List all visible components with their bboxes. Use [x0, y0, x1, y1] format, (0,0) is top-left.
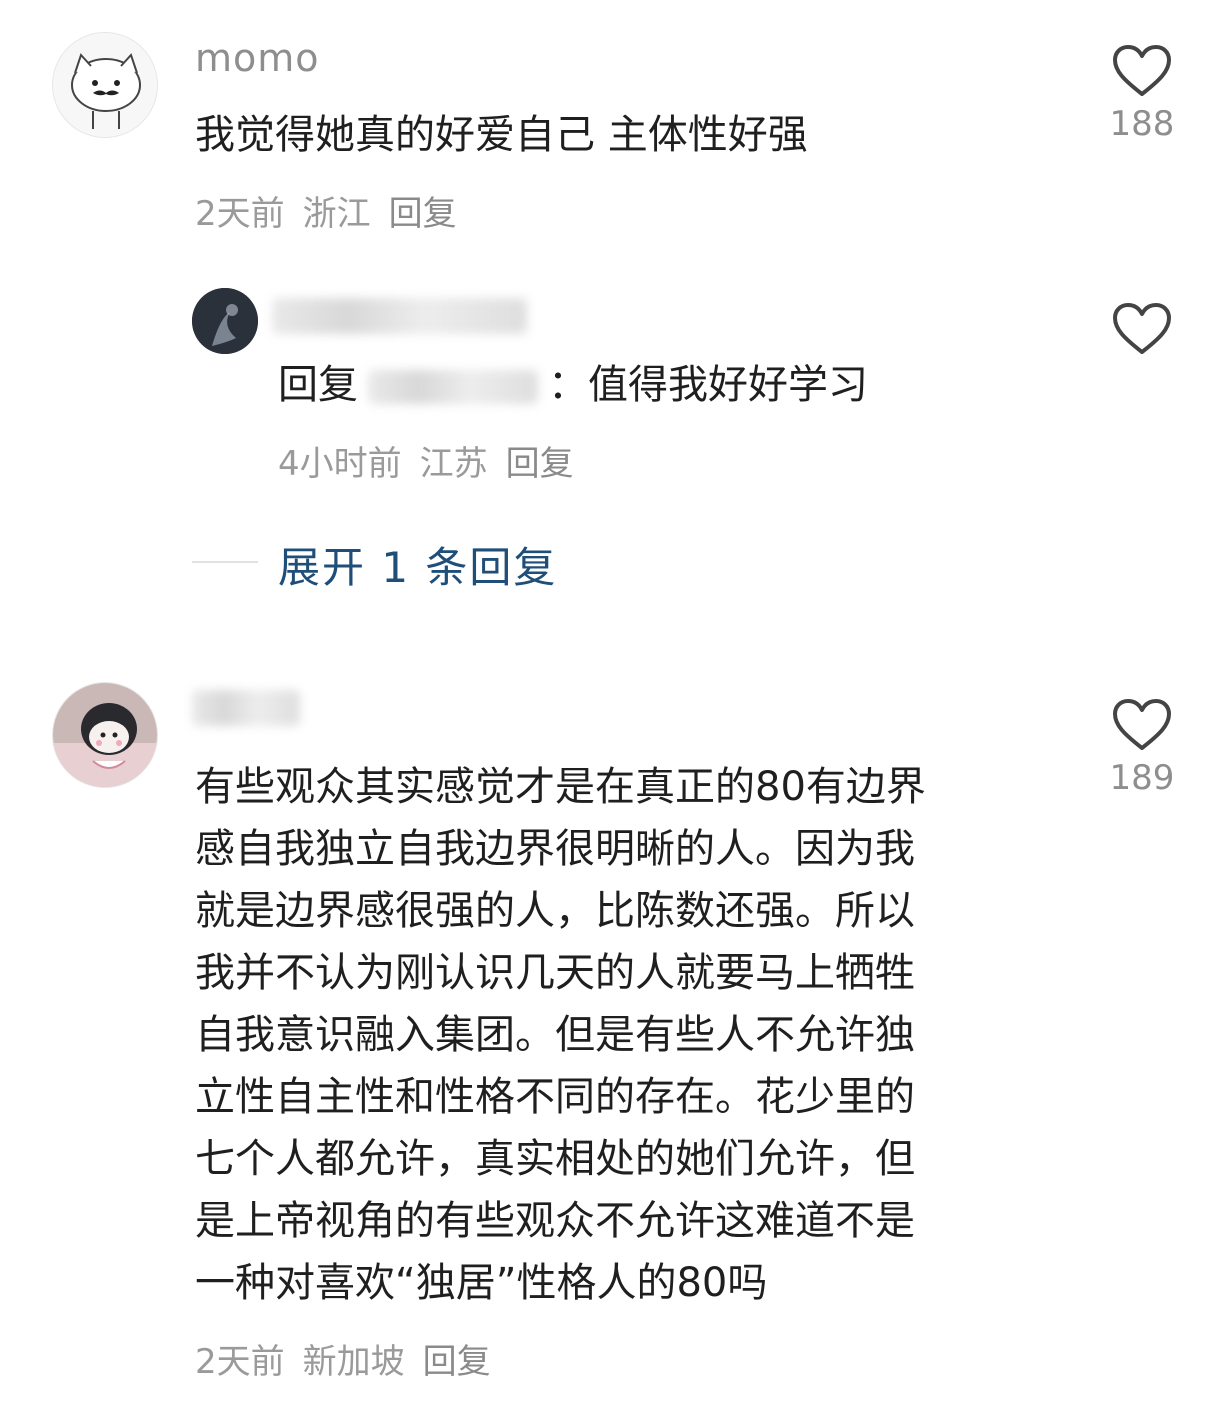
comment-line: 我并不认为刚认识几天的人就要马上牺牲 — [195, 950, 915, 996]
reply-content: 回复 ：值得我好好学习 — [278, 354, 868, 416]
comment-line: 是上帝视角的有些观众不允许这难道不是 — [195, 1198, 915, 1244]
reply-button[interactable]: 回复 — [423, 1342, 491, 1382]
reply-text: ：值得我好好学习 — [548, 362, 868, 408]
reply-location: 江苏 — [419, 444, 488, 484]
heart-outline-icon — [1113, 303, 1171, 354]
like-button[interactable]: 189 — [1097, 698, 1187, 798]
like-count: 189 — [1109, 758, 1175, 798]
redacted-username[interactable] — [192, 690, 300, 726]
comment-line: 一种对喜欢“独居”性格人的80吗 — [195, 1260, 768, 1306]
comment-meta: 2天前 浙江 回复 — [195, 186, 475, 235]
reply-prefix: 回复 — [278, 362, 358, 408]
expand-replies-button[interactable]: 展开 1 条回复 — [278, 534, 557, 595]
like-button[interactable]: 188 — [1097, 44, 1187, 144]
comment-line: 有些观众其实感觉才是在真正的80有边界 — [195, 764, 926, 810]
reply-button[interactable]: 回复 — [389, 194, 457, 234]
comment-content: 有些观众其实感觉才是在真正的80有边界 感自我独立自我边界很明晰的人。因为我 就是边… — [195, 756, 1075, 1314]
comment-content: 我觉得她真的好爱自己 主体性好强 — [195, 112, 808, 158]
comment-time: 2天前 — [195, 1342, 285, 1382]
comment-username[interactable]: momo — [195, 36, 320, 80]
comment-meta: 2天前 新加坡 回复 — [195, 1334, 509, 1383]
heart-outline-icon — [1113, 699, 1171, 750]
avatar[interactable] — [52, 682, 158, 788]
redacted-mention[interactable] — [368, 370, 538, 404]
comment-time: 2天前 — [195, 194, 285, 234]
plush-avatar-icon — [53, 683, 157, 787]
reply-time: 4小时前 — [278, 444, 402, 484]
comment-line: 就是边界感很强的人，比陈数还强。所以 — [195, 888, 915, 934]
reply-avatar[interactable] — [192, 288, 258, 354]
redacted-username — [272, 298, 527, 334]
avatar[interactable] — [52, 32, 158, 138]
smoke-avatar-icon — [192, 288, 258, 354]
like-button[interactable] — [1097, 302, 1187, 356]
expand-divider — [192, 561, 258, 563]
heart-outline-icon — [1113, 45, 1171, 96]
comment-location: 浙江 — [302, 194, 371, 234]
reply-button[interactable]: 回复 — [506, 444, 574, 484]
like-count: 188 — [1109, 104, 1175, 144]
comment-line: 七个人都允许，真实相处的她们允许，但 — [195, 1136, 915, 1182]
comment-location: 新加坡 — [302, 1342, 405, 1382]
cat-avatar-icon — [53, 33, 157, 137]
comment-line: 感自我独立自我边界很明晰的人。因为我 — [195, 826, 915, 872]
comment-line: 立性自主性和性格不同的存在。花少里的 — [195, 1074, 915, 1120]
reply-meta: 4小时前 江苏 回复 — [278, 436, 592, 485]
comment-line: 自我意识融入集团。但是有些人不允许独 — [195, 1012, 915, 1058]
